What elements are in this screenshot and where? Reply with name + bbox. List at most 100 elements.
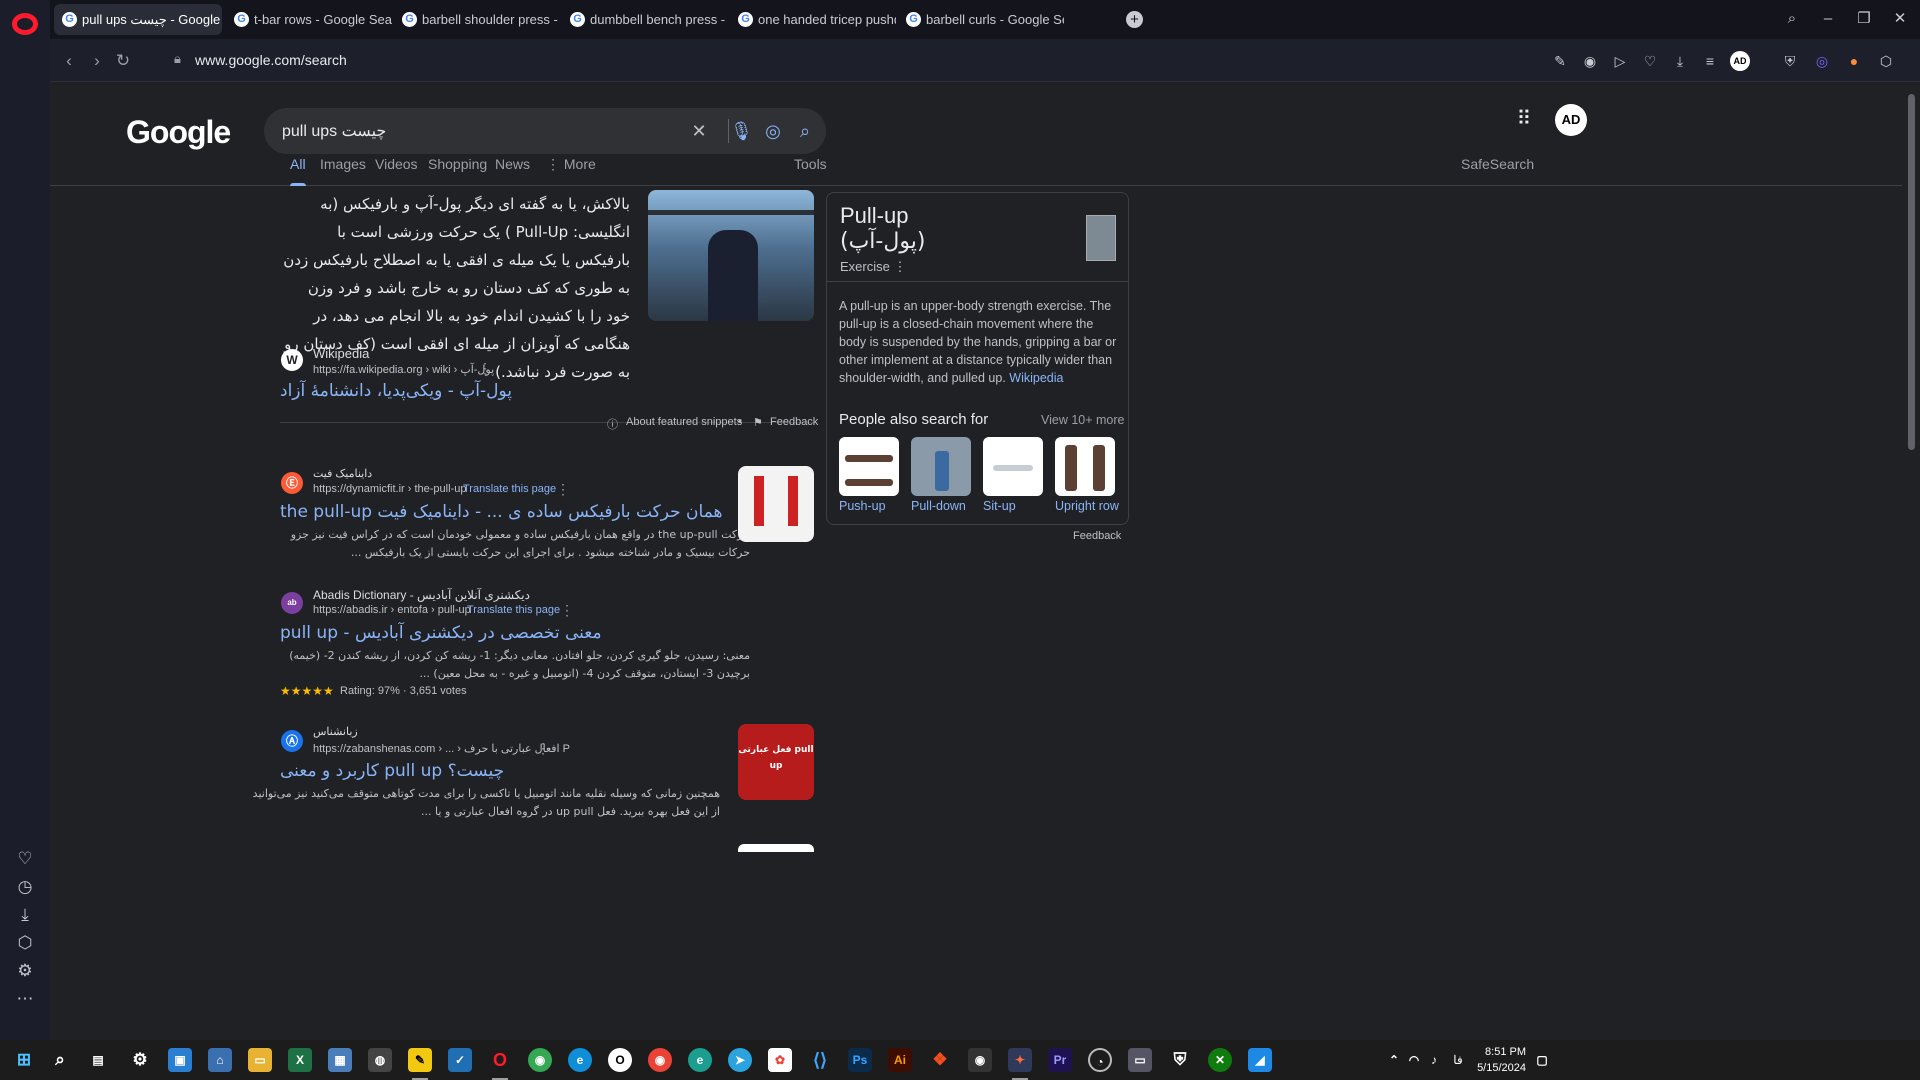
clock[interactable]: 8:51 PM 5/15/2024 [1470,1044,1526,1076]
related-push-up[interactable]: Push-up [839,499,886,513]
url-field[interactable]: www.google.com/search [195,52,347,68]
search-icon[interactable]: ⌕ [48,1048,72,1072]
vpn-icon[interactable]: ◎ [1812,51,1832,71]
tab-shopping[interactable]: Shopping [428,156,487,172]
safesearch-button[interactable]: SafeSearch [1461,156,1534,172]
language-indicator[interactable]: فا [1446,1048,1470,1072]
result-url[interactable]: https://zabanshenas.com › ... › افعال عب… [313,742,570,755]
more-options-icon[interactable]: ⋮ [536,740,550,757]
opera-gx-icon[interactable]: O [608,1048,632,1072]
heart-icon[interactable]: ♡ [14,848,36,870]
result-site-name[interactable]: زبانشناس [313,725,358,738]
sticky-notes-icon[interactable]: ✎ [408,1048,432,1080]
translate-link[interactable]: Translate this page [463,483,556,495]
profile-icon[interactable]: AD [1730,51,1750,71]
scrollbar-thumb[interactable] [1908,94,1915,450]
app-icon[interactable]: ◍ [368,1048,392,1072]
dynamicfit-icon[interactable]: Ⓔ [281,472,303,494]
result-title[interactable]: pull up - معنی تخصصی در دیکشنری آبادیس [280,623,602,643]
related-pull-down[interactable]: Pull-down [911,499,966,513]
result-site-name[interactable]: Abadis Dictionary - دیکشنری آنلاین آبادی… [313,588,530,602]
app-icon[interactable]: ✓ [448,1048,472,1072]
new-tab-icon[interactable]: + [1126,11,1143,28]
related-upright-row[interactable]: Upright row [1055,499,1119,513]
search-icon[interactable]: ⌕ [794,120,816,142]
app-icon[interactable]: ▭ [1128,1048,1152,1072]
figma-icon[interactable]: ❖ [928,1048,952,1072]
zabanshenas-icon[interactable]: Ⓐ [281,730,303,752]
tab-more[interactable]: ⋮ More [546,156,596,173]
tab-images[interactable]: Images [320,156,366,172]
source-name[interactable]: Wikipedia [313,346,369,361]
task-view-icon[interactable]: ▤ [86,1048,110,1072]
tab-pull-ups[interactable]: Gpull ups چیست - Google S [54,4,222,35]
forward-icon[interactable]: › [86,50,108,72]
reload-icon[interactable]: ↻ [112,50,134,72]
result-thumbnail[interactable] [738,466,814,542]
extensions-icon[interactable]: ⬡ [14,932,36,954]
volume-icon[interactable]: ♪ [1422,1048,1446,1072]
settings-icon[interactable]: ⚙ [128,1048,152,1072]
tab-news[interactable]: News [495,156,530,172]
search-tabs-icon[interactable]: ⌕ [1780,8,1804,30]
edge-icon[interactable]: e [568,1048,592,1072]
featured-link-title[interactable]: پول-آپ - ویکی‌پدیا، دانشنامهٔ آزاد [280,381,512,401]
crypto-wallet-icon[interactable]: ● [1844,51,1864,71]
more-options-icon[interactable]: ⋮ [478,360,492,377]
camera-icon[interactable]: ◉ [1580,51,1600,71]
download-icon[interactable]: ⤓ [1670,51,1690,71]
about-featured-snippets[interactable]: About featured snippets [626,416,742,428]
vscode-icon[interactable]: ⟨⟩ [808,1048,832,1072]
minimize-icon[interactable]: – [1816,8,1840,30]
tab-dumbbell-bench-press[interactable]: Gdumbbell bench press - G [562,4,728,35]
security-icon[interactable]: ⛨ [1168,1048,1192,1072]
sit-up-image[interactable] [983,437,1043,496]
app-icon[interactable]: ◉ [968,1048,992,1072]
obs-icon[interactable]: ◔ [1088,1048,1112,1072]
translate-link[interactable]: Translate this page [467,604,560,616]
network-icon[interactable]: ⌂ [208,1048,232,1072]
calculator-icon[interactable]: ▦ [328,1048,352,1072]
telegram-icon[interactable]: ➤ [728,1048,752,1072]
result-url[interactable]: https://dynamicfit.ir › the-pull-up [313,483,466,495]
history-icon[interactable]: ◷ [14,876,36,898]
tab-barbell-curls[interactable]: Gbarbell curls - Google Sea [898,4,1064,35]
tab-barbell-shoulder-press[interactable]: Gbarbell shoulder press - G [394,4,560,35]
opera-logo-icon[interactable] [12,13,38,35]
photos-icon[interactable]: ✿ [768,1048,792,1072]
more-options-icon[interactable]: ⋮ [560,602,574,619]
opera-icon[interactable]: O [488,1048,512,1080]
excel-icon[interactable]: X [288,1048,312,1072]
settings-icon[interactable]: ⚙ [14,960,36,982]
microphone-icon[interactable]: 🎙︎ [730,120,753,142]
clear-icon[interactable]: ✕ [688,120,710,142]
premiere-icon[interactable]: Pr [1048,1048,1072,1072]
heart-icon[interactable]: ♡ [1640,51,1660,71]
result-thumbnail[interactable]: فعل عبارتی pull up [738,724,814,800]
chrome-icon[interactable]: ◉ [528,1048,552,1072]
notifications-icon[interactable]: ▢ [1530,1048,1554,1072]
edit-icon[interactable]: ✎ [1550,51,1570,71]
tools-button[interactable]: Tools [794,156,827,172]
windows-start-icon[interactable]: ⊞ [12,1048,36,1072]
app-icon[interactable]: ✦ [1008,1048,1032,1080]
tab-one-handed-tricep[interactable]: Gone handed tricep pushdo [730,4,896,35]
feedback-link[interactable]: Feedback [770,416,818,428]
lens-icon[interactable]: ◎ [762,120,784,142]
kp-feedback-link[interactable]: Feedback [1073,530,1121,542]
control-panel-icon[interactable]: ▣ [168,1048,192,1072]
back-icon[interactable]: ‹ [58,50,80,72]
result-title[interactable]: کاربرد و معنی pull up چیست؟ [280,761,504,781]
box-icon[interactable]: ⬡ [1876,51,1896,71]
abadis-icon[interactable]: ab [281,592,303,614]
kp-type[interactable]: Exercise ⋮ [840,259,906,275]
wikipedia-link[interactable]: Wikipedia [1009,371,1063,385]
more-icon[interactable]: ⋯ [14,988,36,1010]
more-options-icon[interactable]: ⋮ [893,259,906,274]
featured-snippet-image[interactable] [648,190,814,321]
download-icon[interactable]: ⤓ [14,904,36,926]
avatar[interactable]: AD [1555,104,1587,136]
restore-icon[interactable]: ❐ [1852,8,1876,30]
menu-icon[interactable]: ≡ [1700,51,1720,71]
google-apps-icon[interactable]: ⠿ [1512,107,1536,131]
